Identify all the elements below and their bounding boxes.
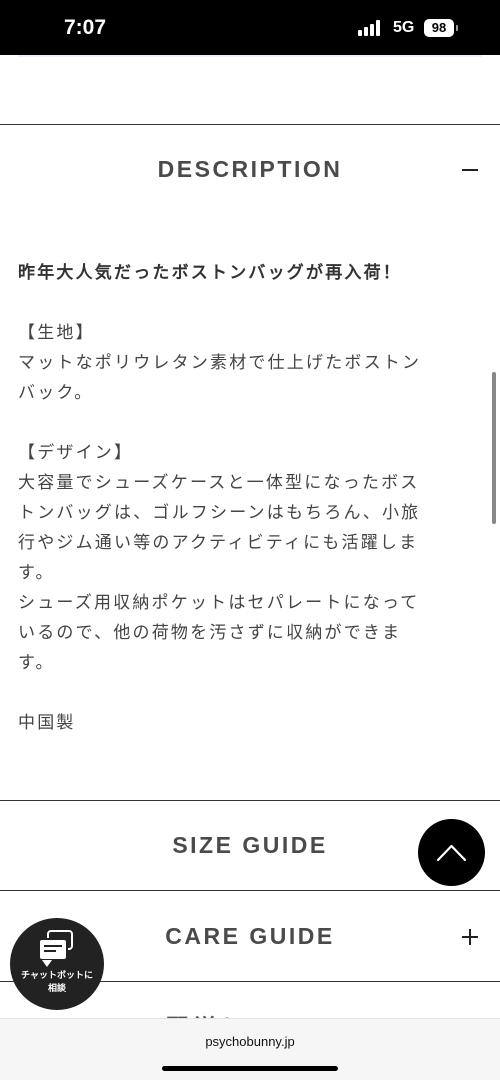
network-label: 5G: [393, 19, 415, 36]
url-text: psychobunny.jp: [205, 1034, 295, 1049]
signal-icon: [358, 20, 384, 36]
description-body: 昨年大人気だったボストンバッグが再入荷！ 【生地】 マットなポリウレタン素材で仕…: [18, 258, 488, 738]
origin-text: 中国製: [18, 713, 76, 733]
scroll-to-top-button[interactable]: [418, 819, 485, 886]
chatbot-button[interactable]: チャットボットに 相談: [10, 918, 104, 1010]
divider: [0, 124, 500, 125]
design-text: シューズ用収納ポケットはセパレートになって いるので、他の荷物を汚さずに収納がで…: [18, 593, 420, 673]
divider: [0, 800, 500, 801]
scrollbar[interactable]: [492, 372, 496, 524]
status-time: 7:07: [64, 16, 107, 39]
design-heading: 【デザイン】: [18, 443, 134, 463]
fabric-text: マットなポリウレタン素材で仕上げたボストン バック。: [18, 353, 422, 403]
fabric-heading: 【生地】: [18, 323, 95, 343]
description-lead: 昨年大人気だったボストンバッグが再入荷！: [18, 263, 402, 283]
divider: [0, 890, 500, 891]
plus-icon[interactable]: [460, 927, 480, 947]
home-indicator[interactable]: [162, 1066, 338, 1071]
battery-icon: 98: [424, 19, 454, 37]
description-title: DESCRIPTION: [157, 156, 343, 182]
battery-tip: [456, 25, 458, 31]
browser-address-bar[interactable]: psychobunny.jp: [0, 1018, 500, 1080]
divider: [18, 55, 482, 57]
chevron-up-icon: [436, 844, 467, 862]
minus-icon[interactable]: [460, 160, 480, 180]
design-text: 大容量でシューズケースと一体型になったボス トンバッグは、ゴルフシーンはもちろん…: [18, 473, 421, 583]
status-bar: 7:07 5G 98: [0, 0, 500, 55]
chatbot-label: チャットボットに 相談: [21, 971, 93, 994]
page: 7:07 5G 98 DESCRIPTION 昨年大人気だったボストンバッグが再…: [0, 0, 500, 1080]
